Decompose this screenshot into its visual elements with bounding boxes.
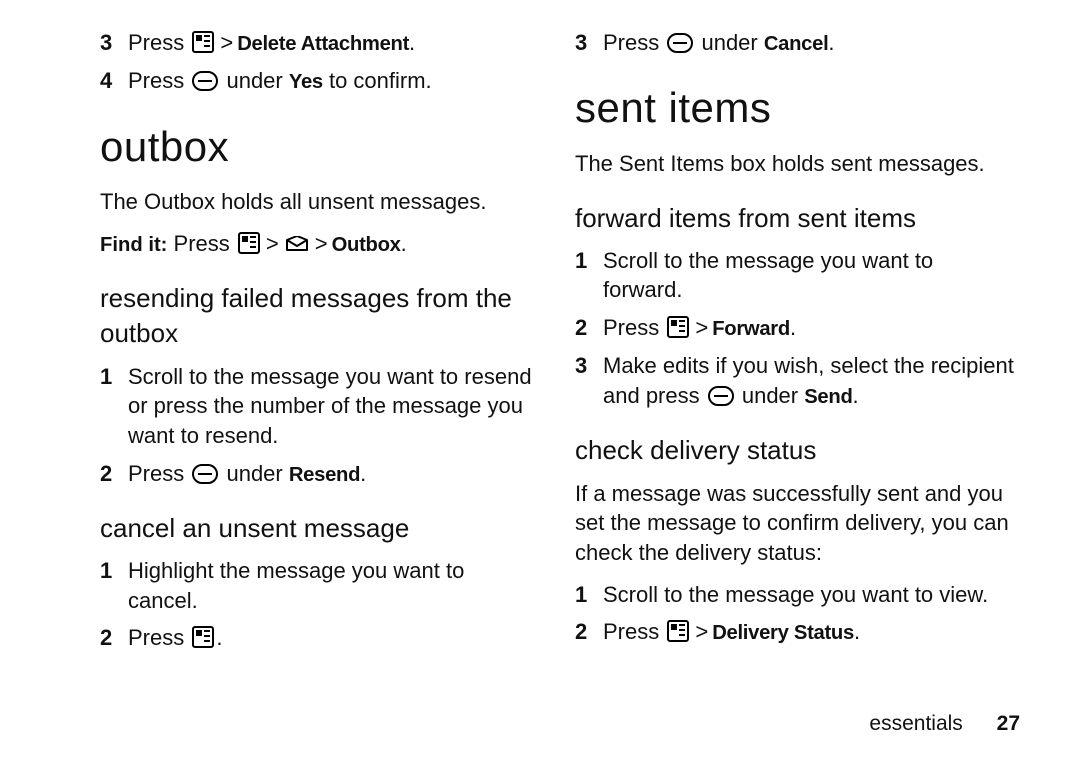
text: . xyxy=(853,383,859,408)
menu-key-icon xyxy=(192,31,214,53)
step: 3 Make edits if you wish, select the rec… xyxy=(575,351,1015,411)
menu-key-icon xyxy=(667,620,689,642)
step: 2 Press > Forward. xyxy=(575,313,1015,343)
step: 3 Press under Cancel. xyxy=(575,28,1015,58)
step-body: Press . xyxy=(128,623,540,653)
sent-intro: The Sent Items box holds sent messages. xyxy=(575,149,1015,179)
action: Yes xyxy=(289,71,323,93)
step-body: Press > Delivery Status. xyxy=(603,617,1015,647)
columns: 3 Press > Delete Attachment. 4 Press und… xyxy=(100,20,1020,661)
step: 1 Scroll to the message you want to view… xyxy=(575,580,1015,610)
check-intro: If a message was successfully sent and y… xyxy=(575,479,1015,568)
text: . xyxy=(790,315,796,340)
outbox-intro: The Outbox holds all unsent messages. xyxy=(100,187,540,217)
action: Forward xyxy=(712,318,790,340)
step-body: Press > Forward. xyxy=(603,313,1015,343)
step-number: 1 xyxy=(575,246,603,276)
page: 3 Press > Delete Attachment. 4 Press und… xyxy=(0,0,1080,766)
messages-icon xyxy=(285,236,309,254)
step-body: Press under Resend. xyxy=(128,459,540,489)
text: Press xyxy=(128,68,190,93)
step-number: 2 xyxy=(100,459,128,489)
softkey-icon xyxy=(192,464,218,484)
gt: > xyxy=(695,617,708,647)
step-number: 1 xyxy=(100,362,128,392)
footer-page-number: 27 xyxy=(997,712,1020,735)
step-number: 1 xyxy=(100,556,128,586)
text: under xyxy=(220,461,289,486)
menu-key-icon xyxy=(192,626,214,648)
text: Press xyxy=(128,30,190,55)
action: Delivery Status xyxy=(712,622,854,644)
step-number: 3 xyxy=(575,351,603,381)
text: Press xyxy=(167,231,235,256)
text: . xyxy=(360,461,366,486)
step-body: Press > Delete Attachment. xyxy=(128,28,540,58)
heading-check-delivery: check delivery status xyxy=(575,433,1015,468)
action: Resend xyxy=(289,464,360,486)
softkey-icon xyxy=(192,71,218,91)
step: 2 Press under Resend. xyxy=(100,459,540,489)
step-number: 3 xyxy=(575,28,603,58)
text: under xyxy=(736,383,805,408)
step: 2 Press . xyxy=(100,623,540,653)
step-body: Scroll to the message you want to forwar… xyxy=(603,246,1015,305)
step-body: Scroll to the message you want to view. xyxy=(603,580,1015,610)
heading-forward: forward items from sent items xyxy=(575,201,1015,236)
step: 1 Scroll to the message you want to forw… xyxy=(575,246,1015,305)
footer-section: essentials xyxy=(869,712,962,735)
text: . xyxy=(216,625,222,650)
step-number: 2 xyxy=(575,617,603,647)
find-it: Find it: Press > > Outbox. xyxy=(100,229,540,259)
step-number: 2 xyxy=(100,623,128,653)
text: Press xyxy=(603,30,665,55)
step-body: Press under Cancel. xyxy=(603,28,1015,58)
step-number: 1 xyxy=(575,580,603,610)
softkey-icon xyxy=(708,386,734,406)
text: Press xyxy=(603,619,665,644)
menu-key-icon xyxy=(667,316,689,338)
step-number: 4 xyxy=(100,66,128,96)
step-number: 2 xyxy=(575,313,603,343)
text: . xyxy=(854,619,860,644)
heading-resending: resending failed messages from the outbo… xyxy=(100,281,540,351)
step: 4 Press under Yes to confirm. xyxy=(100,66,540,96)
gt: > xyxy=(695,313,708,343)
text: Press xyxy=(128,461,190,486)
step: 3 Press > Delete Attachment. xyxy=(100,28,540,58)
step-body: Make edits if you wish, select the recip… xyxy=(603,351,1015,411)
menu-key-icon xyxy=(238,232,260,254)
action: Send xyxy=(804,386,852,408)
gt: > xyxy=(315,229,328,259)
text: under xyxy=(695,30,764,55)
softkey-icon xyxy=(667,33,693,53)
step-body: Highlight the message you want to cancel… xyxy=(128,556,540,615)
step-body: Scroll to the message you want to resend… xyxy=(128,362,540,451)
right-column: 3 Press under Cancel. sent items The Sen… xyxy=(575,20,1015,661)
page-footer: essentials 27 xyxy=(869,710,1020,738)
action: Cancel xyxy=(764,33,829,55)
heading-cancel-unsent: cancel an unsent message xyxy=(100,511,540,546)
gt: > xyxy=(220,28,233,58)
heading-outbox: outbox xyxy=(100,119,540,176)
gt: > xyxy=(266,229,279,259)
text: under xyxy=(220,68,289,93)
text: Press xyxy=(603,315,665,340)
findit-label: Find it: xyxy=(100,234,167,256)
text: Press xyxy=(128,625,190,650)
step: 1 Highlight the message you want to canc… xyxy=(100,556,540,615)
heading-sent-items: sent items xyxy=(575,80,1015,137)
step-body: Press under Yes to confirm. xyxy=(128,66,540,96)
action: Delete Attachment xyxy=(237,33,409,55)
step: 1 Scroll to the message you want to rese… xyxy=(100,362,540,451)
findit-dest: Outbox xyxy=(332,234,401,256)
left-column: 3 Press > Delete Attachment. 4 Press und… xyxy=(100,20,540,661)
text: to confirm. xyxy=(323,68,432,93)
text: . xyxy=(828,30,834,55)
step-number: 3 xyxy=(100,28,128,58)
step: 2 Press > Delivery Status. xyxy=(575,617,1015,647)
